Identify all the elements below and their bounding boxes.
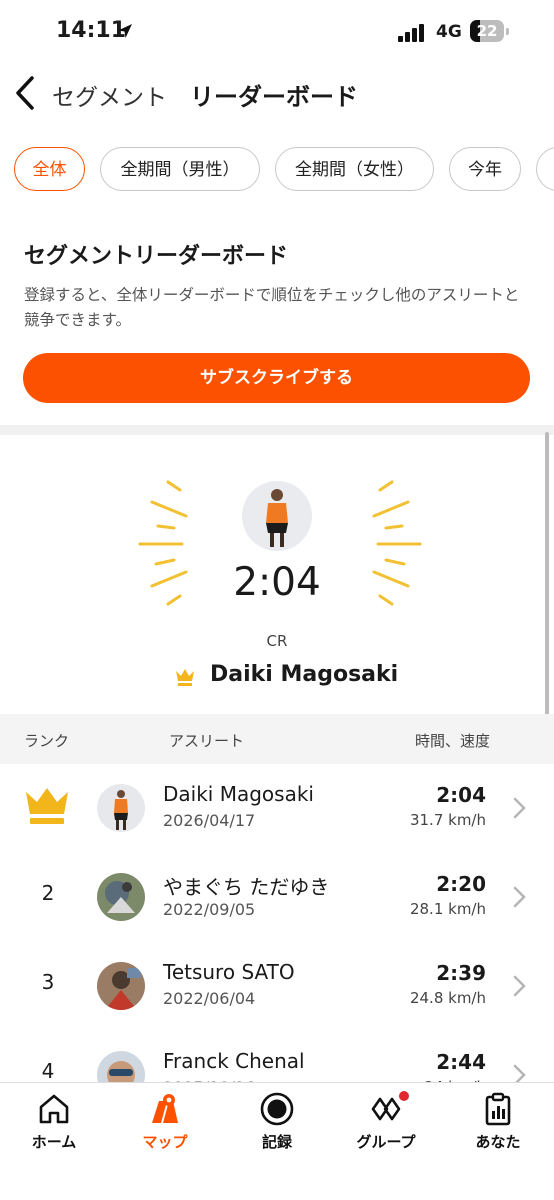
battery-level: 22: [476, 22, 498, 40]
athlete-name: Daiki Magosaki: [163, 782, 314, 806]
nav-you[interactable]: あなた: [453, 1091, 543, 1161]
network-type: 4G: [436, 22, 462, 42]
avatar[interactable]: [97, 873, 145, 921]
subscribe-button[interactable]: サブスクライブする: [23, 353, 530, 403]
cyclist-photo-icon: [114, 790, 128, 830]
nav-record-label: 記録: [261, 1133, 292, 1151]
section-divider: [0, 425, 554, 435]
filter-chips: 全体 全期間（男性） 全期間（女性） 今年: [14, 147, 554, 195]
nav-groups-label: グループ: [356, 1133, 416, 1151]
nav-home-label: ホーム: [31, 1133, 77, 1151]
column-time-speed: 時間、速度: [415, 732, 491, 750]
cyclist-photo-icon: [266, 489, 288, 547]
chip-all-time-men[interactable]: 全期間（男性）: [100, 147, 260, 191]
avatar[interactable]: [97, 962, 145, 1010]
table-header: ランク アスリート 時間、速度: [0, 714, 554, 764]
you-icon: [485, 1092, 511, 1126]
table-row[interactable]: 3 Tetsuro SATO 2022/06/04 2:39 24.8 km/h: [0, 942, 554, 1030]
effort-speed: 28.1 km/h: [409, 900, 486, 918]
effort-date: 2022/06/04: [163, 989, 256, 1008]
crown-icon: [26, 788, 68, 824]
effort-date: 2026/04/17: [163, 811, 256, 830]
effort-time: 2:20: [436, 872, 486, 896]
chevron-right-icon: [513, 886, 526, 908]
avatar[interactable]: [97, 784, 145, 832]
chip-all[interactable]: 全体: [14, 147, 85, 191]
chip-more[interactable]: [536, 147, 554, 191]
crown-icon: [176, 669, 194, 686]
effort-date: 2022/09/05: [163, 900, 256, 919]
location-arrow-icon: [118, 24, 132, 38]
nav-you-label: あなた: [475, 1133, 521, 1151]
cyclist-photo-icon: [97, 962, 145, 1010]
table-row[interactable]: 2 やまぐち ただゆき 2022/09/05 2:20 28.1 km/h: [0, 853, 554, 941]
effort-time: 2:39: [436, 961, 486, 985]
subscribe-description: 登録すると、全体リーダーボードで順位をチェックし他のアスリートと競争できます。: [24, 286, 520, 329]
chevron-right-icon: [513, 975, 526, 997]
rank-number: 3: [41, 970, 55, 994]
athlete-name: Franck Chenal: [163, 1049, 305, 1073]
hero-avatar[interactable]: [242, 481, 312, 551]
effort-speed: 31.7 km/h: [409, 811, 486, 829]
record-icon: [260, 1092, 294, 1126]
column-athlete: アスリート: [169, 732, 245, 750]
bottom-nav: ホーム マップ 記録 グループ あなた: [0, 1082, 554, 1200]
hero-time: 2:04: [233, 560, 321, 605]
chip-this-year[interactable]: 今年: [449, 147, 521, 191]
table-row[interactable]: Daiki Magosaki 2026/04/17 2:04 31.7 km/h: [0, 764, 554, 852]
back-button[interactable]: [10, 74, 42, 112]
home-icon: [39, 1094, 69, 1124]
cellular-signal-icon: [398, 24, 428, 42]
athlete-name: Tetsuro SATO: [163, 960, 295, 984]
notification-badge: [399, 1091, 409, 1101]
nav-groups[interactable]: グループ: [341, 1091, 431, 1161]
breadcrumb-segment: セグメント: [52, 85, 167, 111]
nav-map-label: マップ: [142, 1133, 188, 1151]
nav-record[interactable]: 記録: [232, 1091, 322, 1161]
hero-athlete-name[interactable]: Daiki Magosaki: [210, 662, 398, 687]
cyclist-photo-icon: [97, 873, 145, 921]
effort-time: 2:44: [436, 1050, 486, 1074]
chip-all-time-women[interactable]: 全期間（女性）: [275, 147, 434, 191]
effort-time: 2:04: [436, 783, 486, 807]
map-icon: [152, 1094, 178, 1123]
nav-map[interactable]: マップ: [120, 1091, 210, 1161]
page-title: リーダーボード: [190, 83, 358, 111]
athlete-name: やまぐち ただゆき: [163, 875, 330, 899]
effort-speed: 24.8 km/h: [409, 989, 486, 1007]
column-rank: ランク: [24, 732, 70, 750]
rank-number: 4: [41, 1059, 55, 1083]
rank-number: 2: [41, 881, 55, 905]
scrollbar[interactable]: [545, 432, 549, 750]
nav-home[interactable]: ホーム: [9, 1091, 99, 1161]
battery-icon: 22: [470, 20, 510, 42]
chevron-right-icon: [513, 797, 526, 819]
subscribe-title: セグメントリーダーボード: [24, 244, 289, 269]
hero-cr-label: CR: [266, 632, 288, 650]
